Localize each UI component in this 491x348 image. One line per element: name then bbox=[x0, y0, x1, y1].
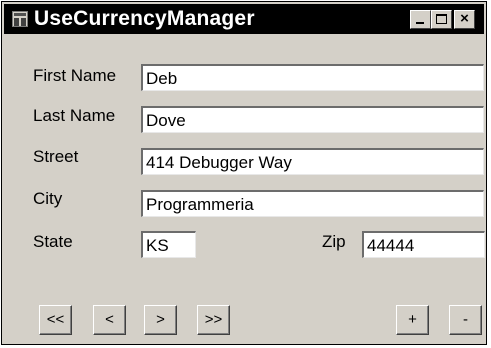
first-name-label: First Name bbox=[33, 66, 117, 85]
zip-label: Zip bbox=[322, 232, 346, 251]
minimize-button[interactable] bbox=[410, 10, 431, 29]
zip-field[interactable]: 44444 bbox=[362, 231, 485, 258]
maximize-icon bbox=[436, 14, 447, 24]
next-record-button[interactable]: > bbox=[144, 305, 177, 335]
close-button[interactable]: × bbox=[454, 10, 475, 29]
app-window: UseCurrencyManager × First Name Deb Last… bbox=[1, 1, 487, 345]
state-label: State bbox=[33, 232, 73, 251]
minimize-icon bbox=[416, 22, 424, 24]
last-record-button[interactable]: >> bbox=[197, 305, 230, 335]
street-field[interactable]: 414 Debugger Way bbox=[141, 148, 484, 175]
maximize-button[interactable] bbox=[431, 10, 452, 29]
first-name-field[interactable]: Deb bbox=[141, 64, 484, 91]
first-record-button[interactable]: << bbox=[39, 305, 72, 335]
window-title: UseCurrencyManager bbox=[34, 7, 255, 30]
previous-record-button[interactable]: < bbox=[93, 305, 126, 335]
city-field[interactable]: Programmeria bbox=[141, 190, 484, 217]
last-name-label: Last Name bbox=[33, 106, 116, 125]
remove-record-button[interactable]: - bbox=[449, 305, 482, 335]
close-icon: × bbox=[460, 10, 469, 27]
street-label: Street bbox=[33, 147, 79, 166]
title-bar[interactable]: UseCurrencyManager × bbox=[4, 4, 484, 34]
app-form-icon[interactable] bbox=[12, 11, 28, 27]
add-record-button[interactable]: + bbox=[396, 305, 429, 335]
last-name-field[interactable]: Dove bbox=[141, 106, 484, 133]
state-field[interactable]: KS bbox=[141, 231, 196, 258]
city-label: City bbox=[33, 189, 63, 208]
